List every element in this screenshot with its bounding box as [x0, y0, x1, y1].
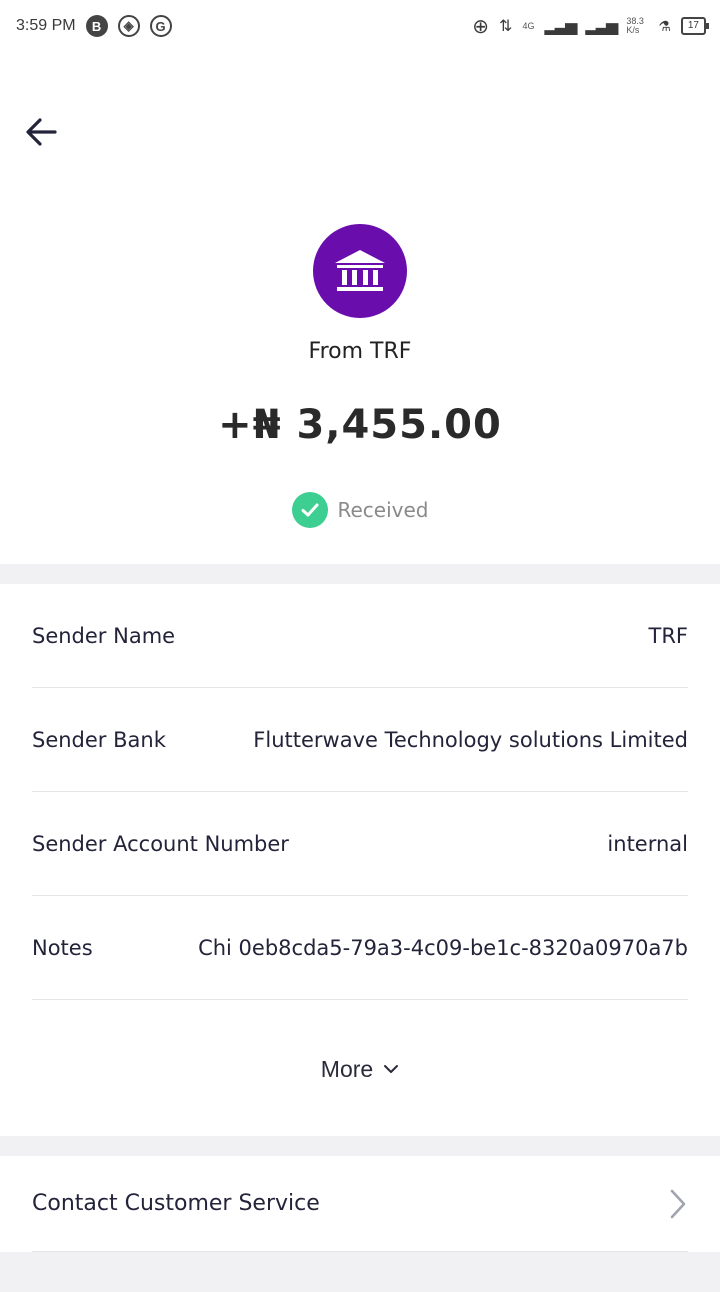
detail-value: internal	[607, 831, 688, 856]
signal-2-icon: ▂▃▅	[585, 18, 618, 35]
battery-icon: 17	[680, 17, 710, 35]
detail-row-sender-bank: Sender Bank Flutterwave Technology solut…	[32, 688, 688, 792]
check-circle-icon	[291, 492, 328, 528]
detail-label: Notes	[32, 935, 93, 960]
back-button[interactable]	[22, 112, 62, 152]
status-badge: Received	[0, 492, 720, 528]
b-app-icon: B	[85, 15, 108, 37]
status-bar: 3:59 PM B ◈ G ⊕ ⇅ 4G ▂▃▅ ▂▃▅ 38.3 K/s ⚗ …	[0, 0, 720, 52]
status-time: 3:59 PM	[16, 17, 76, 34]
contact-label: Contact Customer Service	[32, 1191, 320, 1216]
detail-value: Chi 0eb8cda5-79a3-4c09-be1c-8320a0970a7b	[198, 935, 688, 960]
details-card: Sender Name TRF Sender Bank Flutterwave …	[0, 584, 720, 1136]
transaction-summary: From TRF +₦ 3,455.00 Received	[0, 52, 720, 564]
bank-icon	[335, 250, 385, 291]
transaction-amount: +₦ 3,455.00	[218, 402, 502, 448]
signal-icon: ▂▃▅	[544, 18, 577, 35]
data-arrows-icon: ⇅	[499, 18, 513, 35]
more-button[interactable]: More	[0, 1034, 720, 1104]
detail-label: Sender Account Number	[32, 831, 289, 856]
from-label: From TRF	[308, 339, 412, 364]
diamond-app-icon: ◈	[117, 15, 140, 37]
status-text: Received	[337, 498, 429, 522]
more-label: More	[320, 1055, 374, 1082]
contact-customer-service-button[interactable]: Contact Customer Service	[0, 1156, 720, 1252]
arrow-left-icon	[26, 118, 57, 146]
detail-row-sender-name: Sender Name TRF	[32, 584, 688, 688]
flask-icon: ⚗	[658, 17, 671, 34]
detail-value: TRF	[648, 623, 689, 648]
contact-row[interactable]: Contact Customer Service	[32, 1156, 688, 1252]
detail-label: Sender Bank	[32, 727, 166, 752]
add-circle-icon: ⊕	[472, 15, 490, 38]
detail-row-notes: Notes Chi 0eb8cda5-79a3-4c09-be1c-8320a0…	[32, 896, 688, 1000]
network-type: 4G	[522, 20, 535, 31]
network-speed: 38.3 K/s	[626, 16, 644, 35]
detail-value: Flutterwave Technology solutions Limited	[253, 727, 688, 752]
detail-label: Sender Name	[32, 623, 176, 648]
chevron-down-icon	[384, 1065, 399, 1073]
g-app-icon: G	[149, 15, 172, 37]
bank-avatar	[313, 224, 407, 318]
chevron-right-icon	[670, 1189, 686, 1218]
detail-row-sender-account-number: Sender Account Number internal	[32, 792, 688, 896]
